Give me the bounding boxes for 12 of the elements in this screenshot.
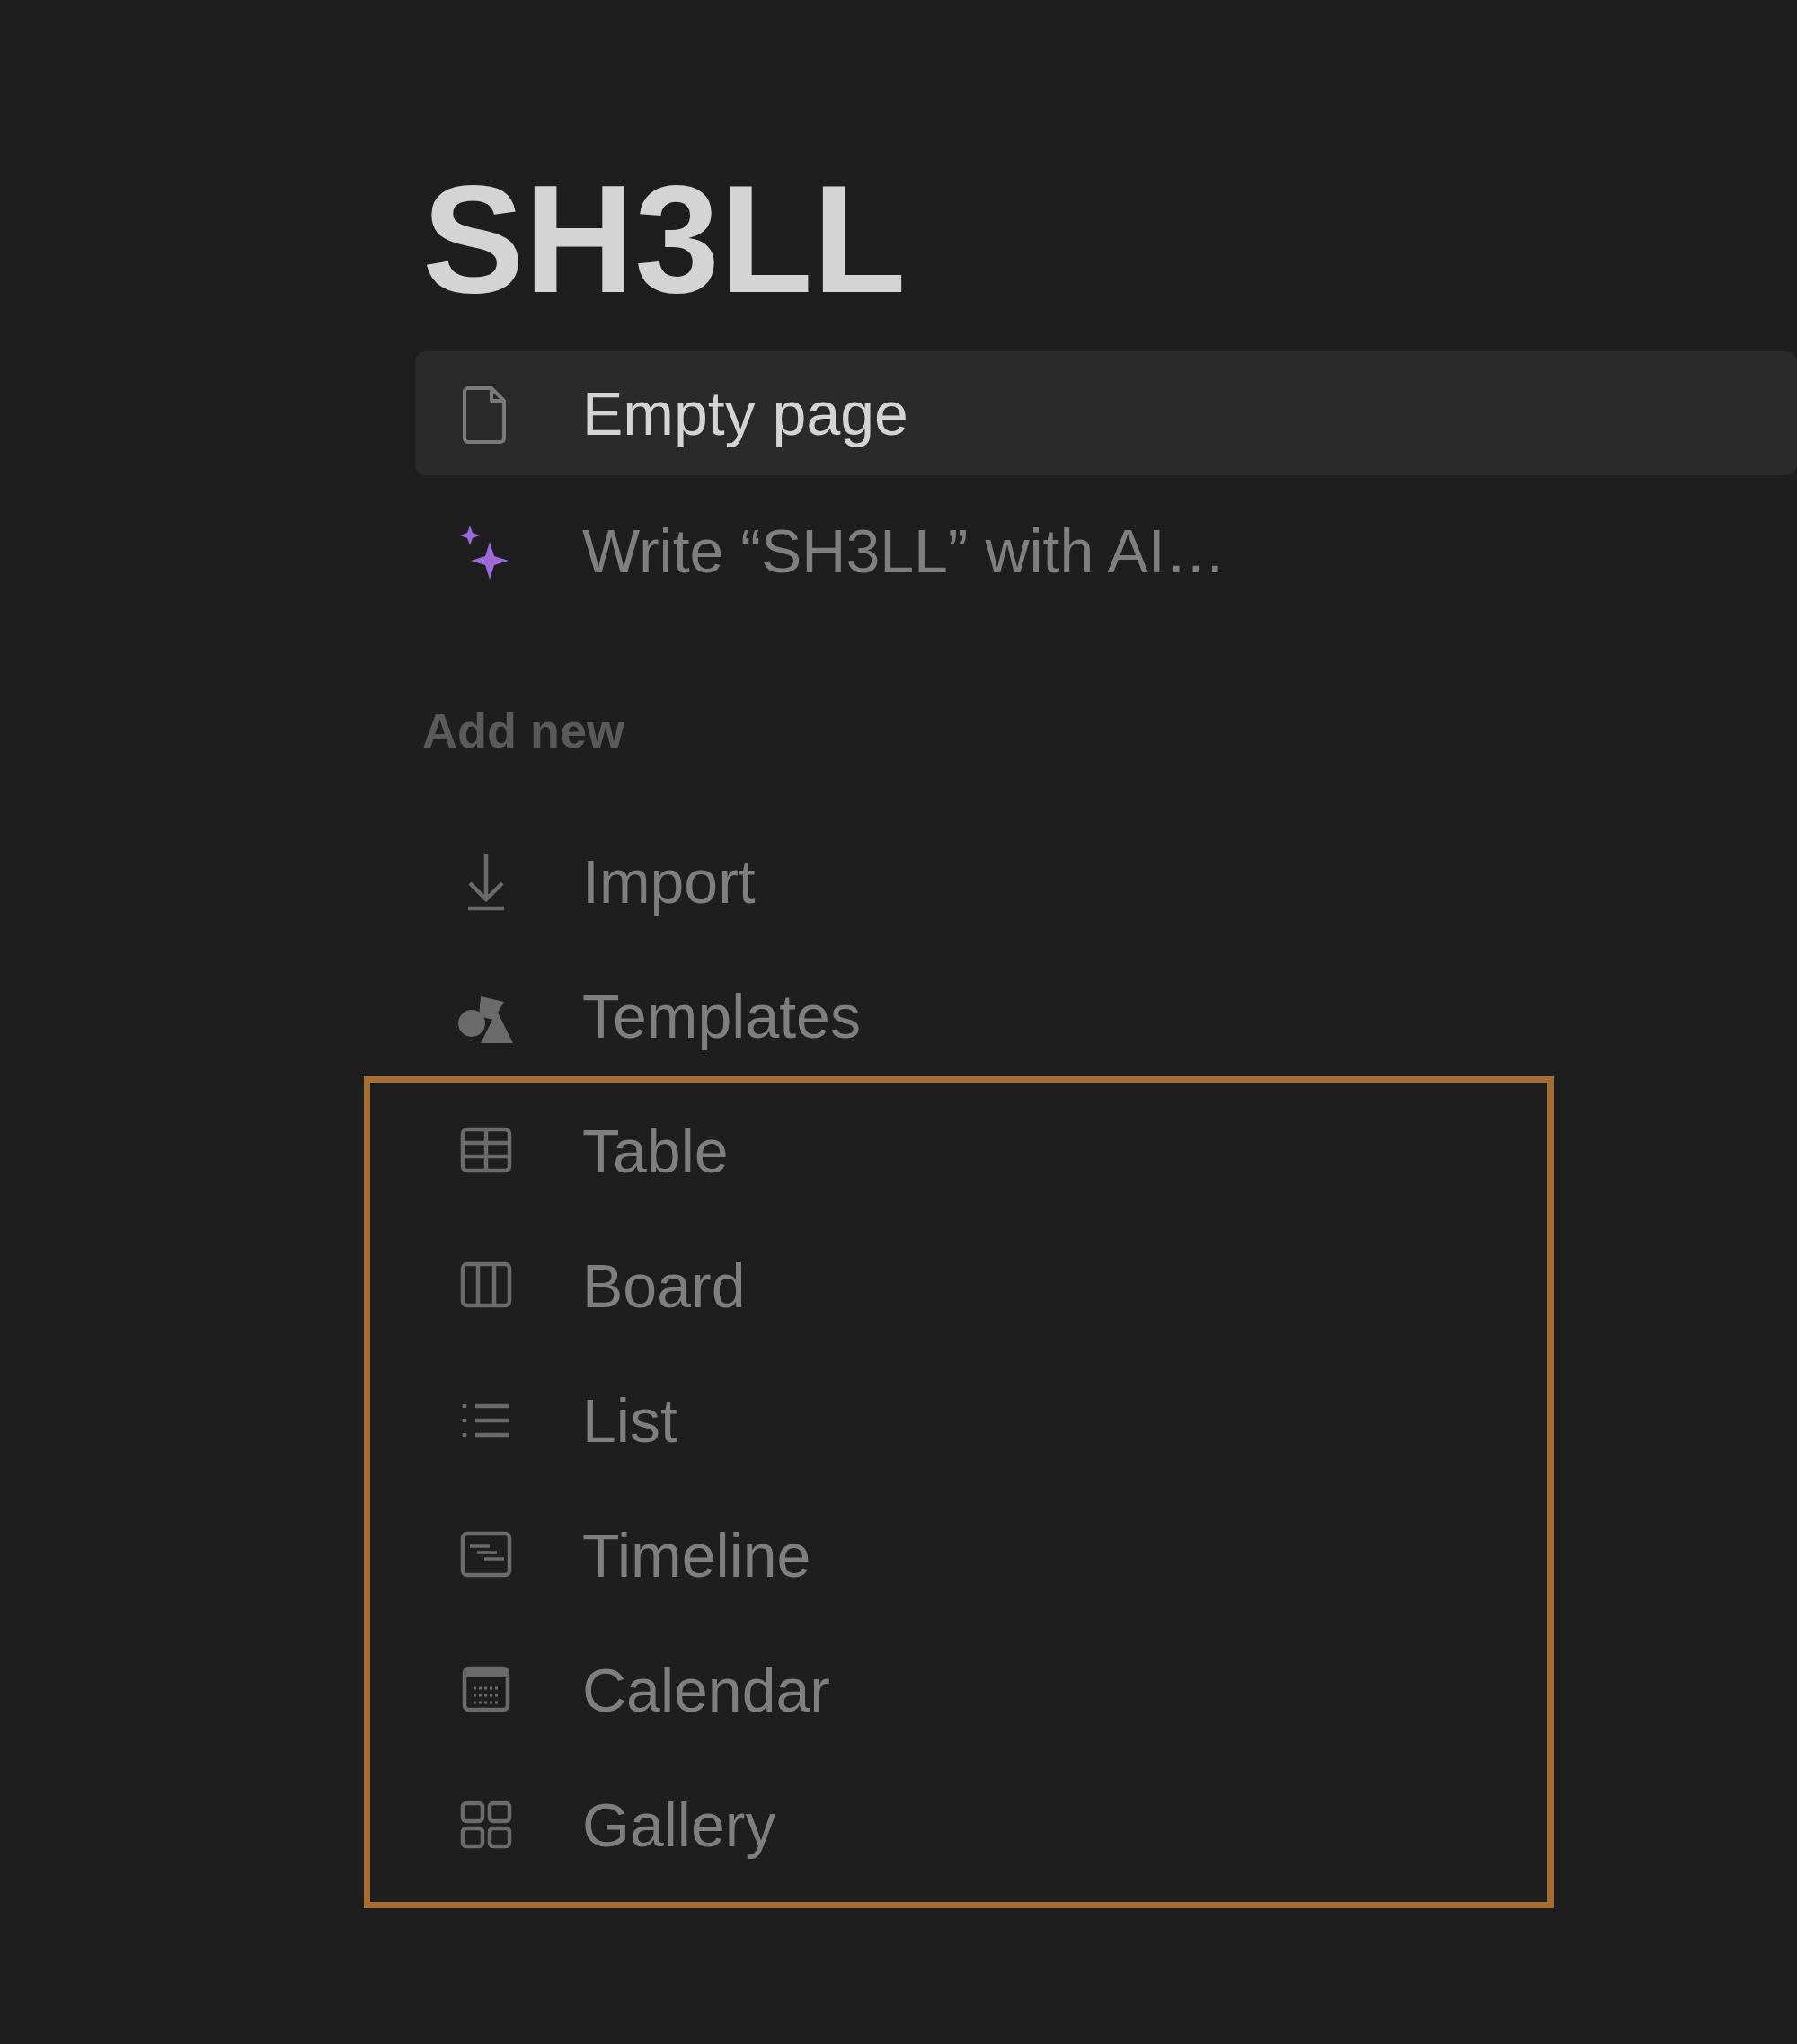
menu-item[interactable]: Calendar bbox=[415, 1628, 1511, 1752]
page-title: SH3LL bbox=[421, 163, 907, 315]
menu-item[interactable]: Import bbox=[415, 819, 1797, 943]
menu-item[interactable]: Gallery bbox=[415, 1763, 1511, 1887]
section-label: Add new bbox=[421, 706, 625, 755]
menu-item[interactable]: Templates bbox=[415, 954, 1797, 1078]
menu-item[interactable]: List bbox=[415, 1358, 1511, 1482]
menu-item[interactable]: Board bbox=[415, 1224, 1511, 1348]
menu-item[interactable]: Empty page bbox=[415, 351, 1797, 475]
menu-item[interactable]: Timeline bbox=[415, 1493, 1511, 1617]
menu-item[interactable]: Write “SH3LL” with AI… bbox=[415, 489, 1797, 613]
menu-item[interactable]: Table bbox=[415, 1089, 1511, 1213]
